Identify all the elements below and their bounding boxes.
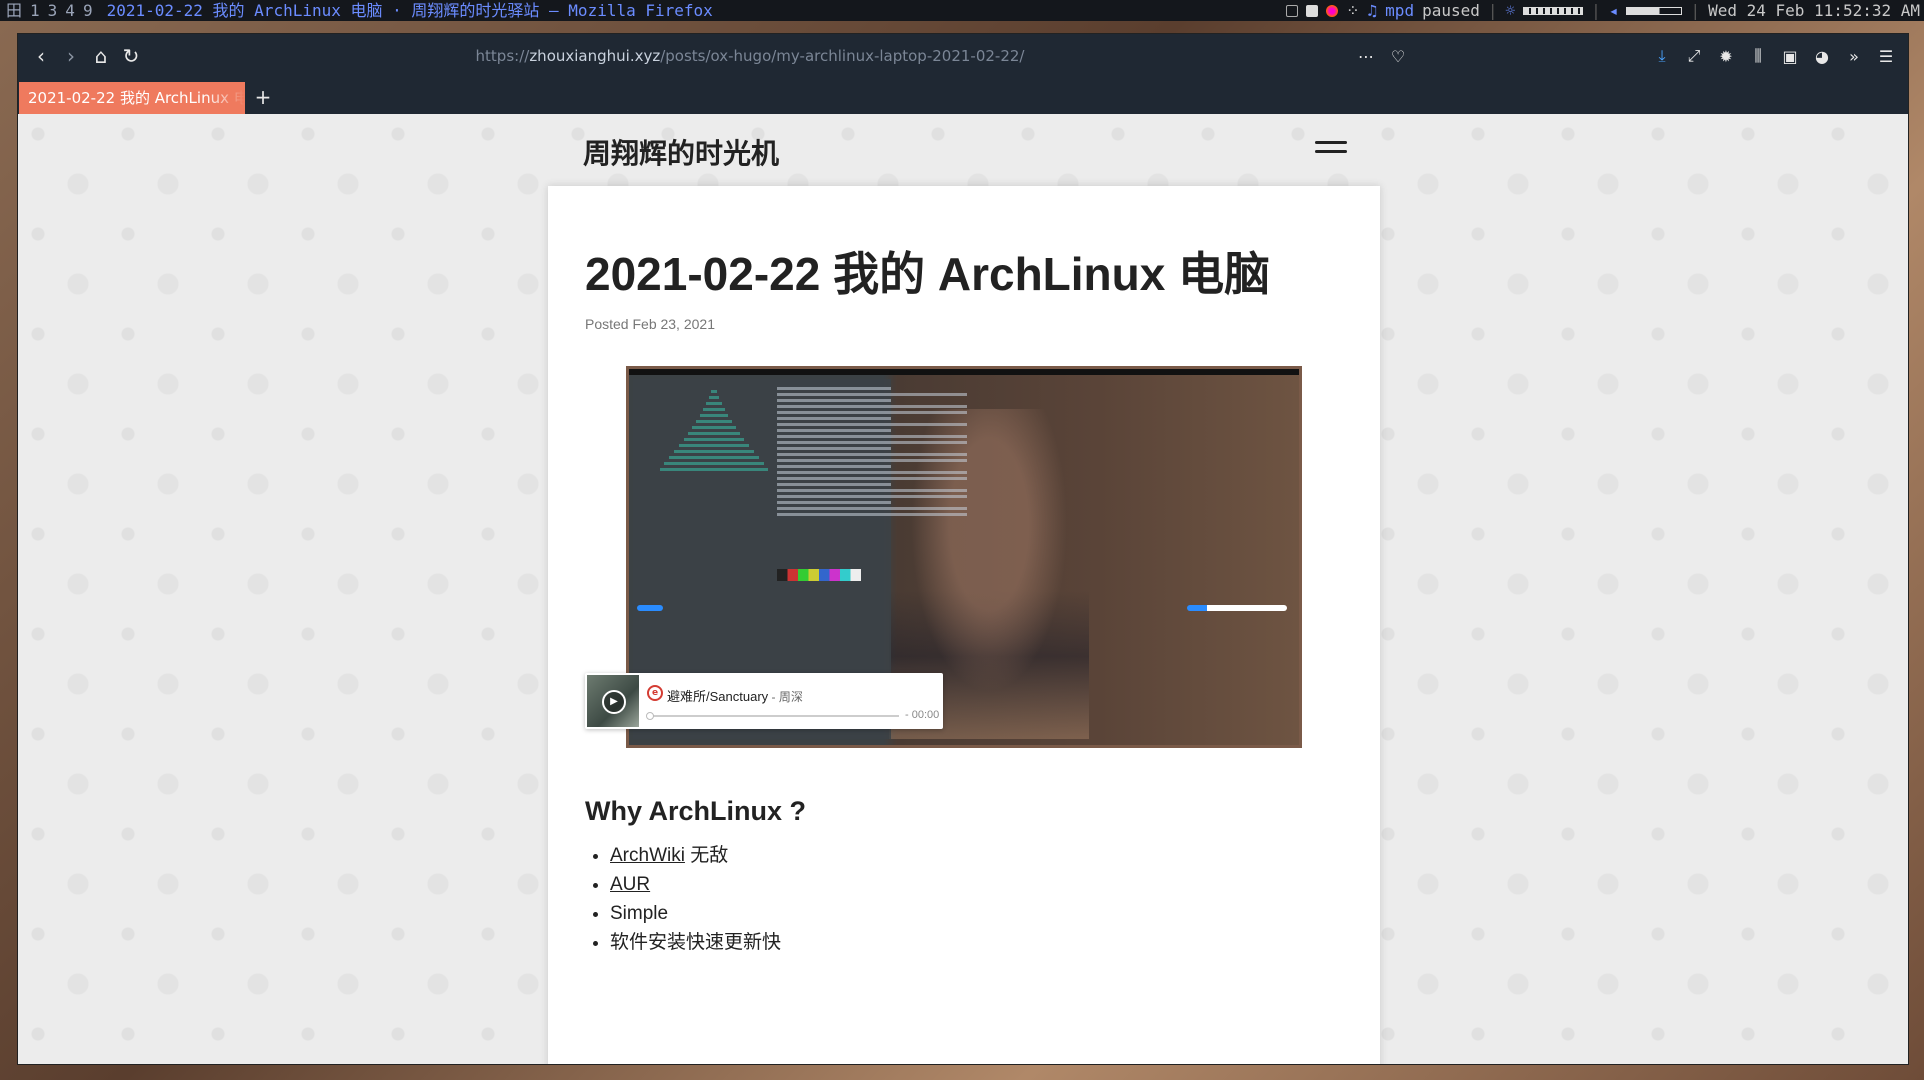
color-swatch [777,569,861,581]
fullscreen-icon[interactable]: ⤢ [1682,44,1706,68]
library-icon[interactable]: ⫼ [1746,44,1770,68]
section-heading: Why ArchLinux ? [585,796,806,826]
backlight-icon: ☼ [1505,1,1516,20]
url-path: /posts/ox-hugo/my-archlinux-laptop-2021-… [660,47,1025,65]
url-domain: zhouxianghui.xyz [529,47,661,65]
tray-icon[interactable] [1286,4,1299,17]
neofetch-info [777,387,967,519]
article-card: 2021-02-22 我的 ArchLinux 电脑 Posted Feb 23… [548,186,1380,1064]
netease-music-icon: e [647,685,663,701]
download-icon[interactable]: ⤓ [1650,44,1674,68]
mpd-label[interactable]: mpd [1385,0,1414,21]
song-artist-sep: - [768,690,779,704]
arch-logo-ascii [659,387,769,507]
mpd-state: paused [1422,1,1480,20]
post-title: 2021-02-22 我的 ArchLinux 电脑 [585,248,1271,300]
play-icon: ▶ [610,696,618,707]
backlight-bar[interactable] [1523,6,1584,15]
workspace-9[interactable]: 9 [83,1,93,20]
list-item: ArchWiki 无敌 [610,841,781,870]
url-bar[interactable]: https://zhouxianghui.xyz/posts/ox-hugo/m… [146,47,1354,65]
volume-bar[interactable] [1626,6,1683,15]
home-button[interactable]: ⌂ [86,41,116,71]
window-title: 2021-02-22 我的 ArchLinux 电脑 · 周翔辉的时光驿站 — … [106,1,713,20]
site-title[interactable]: 周翔辉的时光机 [583,132,779,172]
reason-list: ArchWiki 无敌 AUR Simple 软件安装快速更新快 [610,841,781,957]
list-item: 软件安装快速更新快 [610,928,781,957]
song-info: 避难所/Sanctuary - 周深 [667,686,803,705]
progress-handle[interactable] [646,712,654,720]
settings-gear-icon[interactable]: ✹ [1714,44,1738,68]
workspace-4[interactable]: 4 [65,1,75,20]
pocket-icon[interactable]: ♡ [1386,44,1410,68]
reload-button[interactable]: ↻ [116,41,146,71]
song-title: 避难所/Sanctuary [667,689,769,704]
tab-active[interactable]: 2021-02-22 我的 ArchLinux 电脑 [19,82,245,114]
post-meta: Posted Feb 23, 2021 [585,316,715,332]
workspace-1[interactable]: 1 [30,1,40,20]
tray-app-icon[interactable] [1306,4,1319,17]
progress-bar[interactable] [646,712,899,720]
status-bar: 田1349 2021-02-22 我的 ArchLinux 电脑 · 周翔辉的时… [0,0,1924,21]
status-modules: ⁘ ♫ mpd paused | ☼ | ◂ | Wed 24 Feb 11:5… [1286,0,1924,21]
music-icon: ♫ [1367,1,1378,20]
page-content: 周翔辉的时光机 2021-02-22 我的 ArchLinux 电脑 Poste… [18,114,1908,1064]
album-cover: ▶ [587,675,639,727]
archwiki-link[interactable]: ArchWiki [610,845,685,866]
aur-link[interactable]: AUR [610,874,650,895]
sidebar-icon[interactable]: ▣ [1778,44,1802,68]
song-artist: 周深 [778,690,803,704]
page-actions-icon[interactable]: ⋯ [1354,44,1378,68]
extension-icon[interactable]: ◕ [1810,44,1834,68]
chevron-left-icon: ‹ [37,44,45,68]
new-tab-button[interactable]: + [245,82,281,114]
color-app-icon[interactable] [1326,4,1339,17]
hamburger-menu-icon[interactable]: ☰ [1874,44,1898,68]
forward-button[interactable]: › [56,41,86,71]
browser-window: ‹ › ⌂ ↻ https://zhouxianghui.xyz/posts/o… [18,34,1908,1064]
play-button[interactable]: ▶ [602,690,626,714]
volume-icon: ◂ [1608,1,1619,20]
url-prefix: https:// [475,47,530,65]
chevron-right-icon: › [67,44,75,68]
workspace-3[interactable]: 3 [48,1,58,20]
workspace-list: 田1349 [0,0,107,21]
music-player: ▶ e 避难所/Sanctuary - 周深 - 00:00 [585,673,943,729]
list-item: Simple [610,899,781,928]
play-time: - 00:00 [905,709,940,721]
overflow-icon[interactable]: » [1842,44,1866,68]
menu-toggle-icon[interactable] [1315,141,1347,155]
navigation-toolbar: ‹ › ⌂ ↻ https://zhouxianghui.xyz/posts/o… [18,34,1908,78]
home-icon: ⌂ [94,44,108,68]
tab-strip: 2021-02-22 我的 ArchLinux 电脑 + [18,78,1908,114]
list-item: AUR [610,870,781,899]
dropbox-icon[interactable]: ⁘ [1346,0,1359,21]
back-button[interactable]: ‹ [26,41,56,71]
clock: Wed 24 Feb 11:52:32 AM [1708,1,1920,20]
workspace-icon: 田 [6,1,23,20]
reload-icon: ↻ [122,44,140,68]
